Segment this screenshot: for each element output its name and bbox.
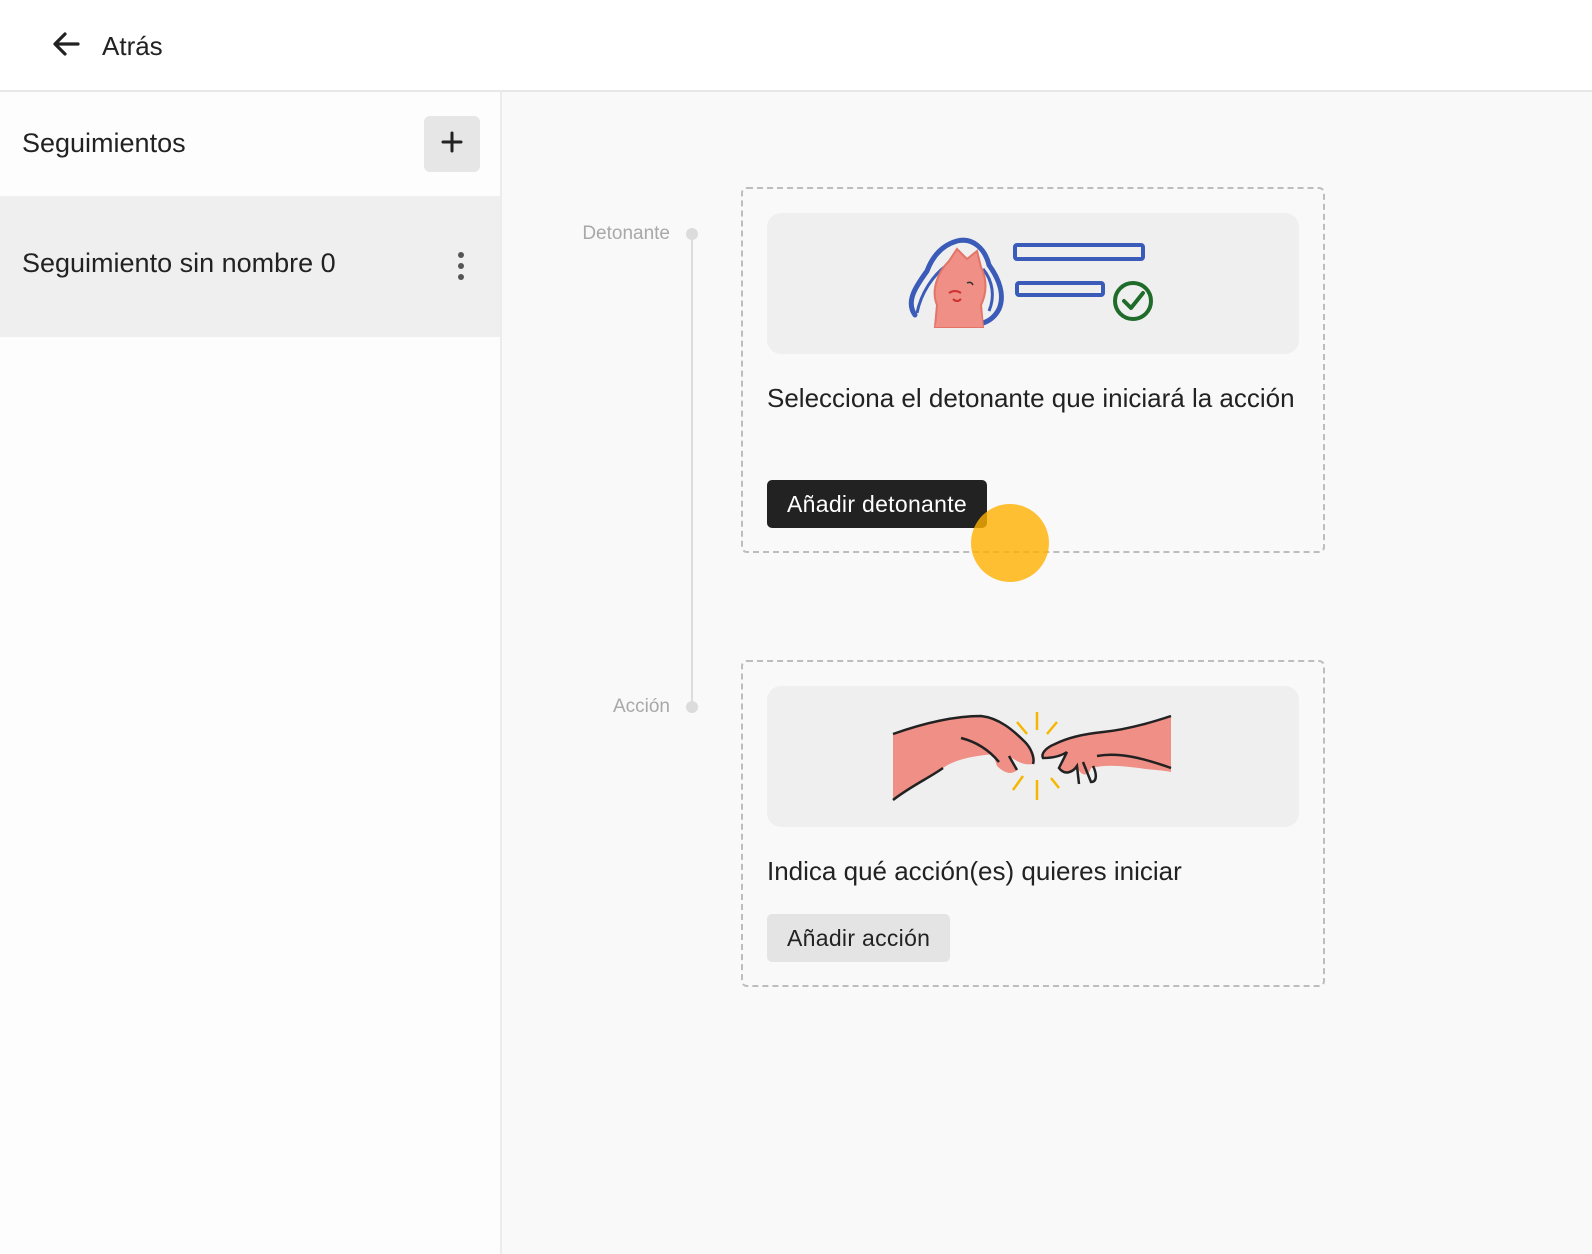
add-trigger-button[interactable]: Añadir detonante	[767, 480, 987, 528]
sidebar-item-flow[interactable]: Seguimiento sin nombre 0	[0, 196, 500, 337]
sidebar-title: Seguimientos	[22, 128, 186, 158]
hands-touching-illustration	[892, 712, 1172, 801]
trigger-description: Selecciona el detonante que iniciará la …	[767, 383, 1295, 413]
trigger-card: Selecciona el detonante que iniciará la …	[741, 187, 1325, 553]
top-bar: Atrás	[0, 0, 1592, 92]
sidebar: Seguimientos Seguimiento sin nombre 0	[0, 92, 502, 1254]
more-vertical-icon[interactable]	[448, 248, 474, 284]
timeline-dot-action	[686, 701, 698, 713]
arrow-left-icon	[48, 26, 84, 67]
add-action-button[interactable]: Añadir acción	[767, 914, 951, 962]
action-description: Indica qué acción(es) quieres iniciar	[767, 856, 1182, 886]
timeline-line	[691, 234, 693, 708]
timeline-label-action: Acción	[612, 696, 670, 717]
back-button[interactable]: Atrás	[48, 24, 163, 68]
plus-icon	[440, 130, 464, 159]
person-checklist-illustration	[908, 237, 1153, 328]
sidebar-header: Seguimientos	[0, 92, 500, 196]
action-card: Indica qué acción(es) quieres iniciar Añ…	[741, 660, 1325, 987]
back-label: Atrás	[102, 30, 163, 61]
sidebar-item-label: Seguimiento sin nombre 0	[22, 248, 336, 278]
flow-editor: Detonante Acción Selecciona el detonante…	[502, 92, 1592, 1254]
trigger-illustration	[767, 213, 1299, 354]
timeline-label-trigger: Detonante	[582, 223, 670, 244]
action-illustration	[767, 686, 1299, 827]
add-flow-button[interactable]	[424, 116, 480, 172]
